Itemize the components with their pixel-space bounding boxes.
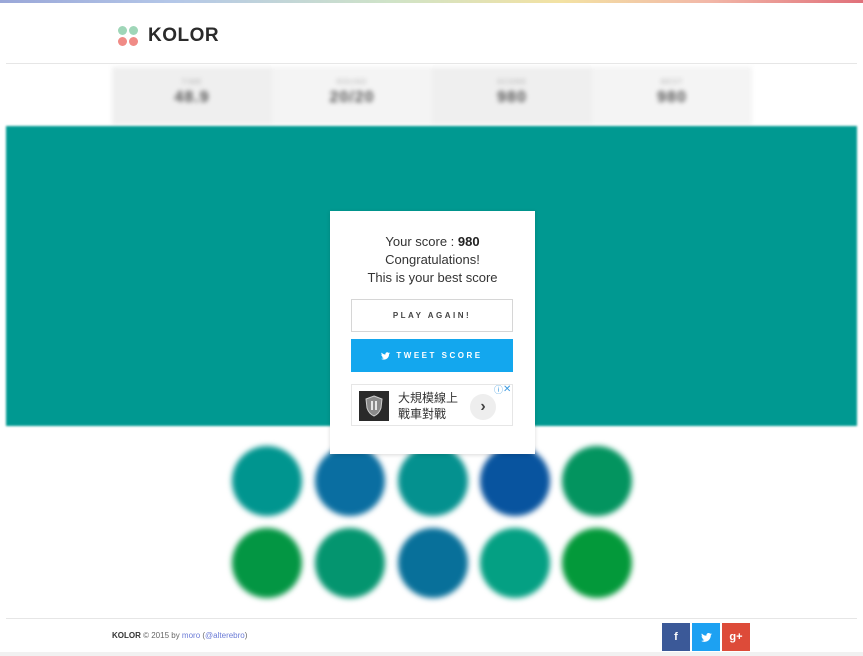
result-modal: Your score : 980 Congratulations! This i…	[330, 211, 535, 454]
shield-icon	[365, 395, 383, 417]
logo-dots-icon	[118, 26, 138, 46]
handle-link[interactable]: @alterebro	[205, 631, 245, 640]
logo-dot	[129, 37, 138, 46]
brand-name: KOLOR	[148, 25, 220, 46]
color-tile[interactable]	[562, 446, 632, 516]
logo[interactable]: KOLOR	[118, 25, 219, 47]
color-tile[interactable]	[480, 528, 550, 598]
score-prefix: Your score :	[385, 234, 458, 249]
stat-label: ROUND	[336, 79, 368, 86]
final-score: 980	[457, 234, 480, 249]
twitter-share-button[interactable]	[692, 623, 720, 651]
best-score-text: This is your best score	[367, 270, 498, 285]
stat-time: TIME 48.9	[112, 67, 272, 125]
info-icon[interactable]: ⓘ	[494, 386, 503, 395]
ad-text: 大規模線上 戰車對戰	[398, 390, 468, 422]
logo-dot	[129, 26, 138, 35]
color-tile[interactable]	[562, 528, 632, 598]
stats-bar: TIME 48.9 ROUND 20/20 SCORE 980 BEST 980	[112, 67, 752, 125]
tweet-score-button[interactable]: TWEET SCORE	[351, 339, 513, 372]
footer-brand: KOLOR	[112, 631, 141, 640]
footer-credits: KOLOR © 2015 by moro (@alterebro)	[112, 631, 247, 640]
header: KOLOR	[6, 10, 857, 64]
chevron-right-icon[interactable]: ›	[470, 394, 496, 420]
stat-score: SCORE 980	[432, 67, 592, 125]
twitter-icon	[381, 351, 391, 360]
footer: KOLOR © 2015 by moro (@alterebro) f g+	[6, 618, 857, 656]
play-again-button[interactable]: PLAY AGAIN!	[351, 299, 513, 332]
stat-value: 20/20	[329, 89, 375, 106]
stat-best: BEST 980	[592, 67, 752, 125]
color-tile[interactable]	[480, 446, 550, 516]
color-tile[interactable]	[398, 446, 468, 516]
congrats-text: Congratulations!	[385, 252, 480, 267]
ad-line-2: 戰車對戰	[398, 407, 447, 421]
stat-label: TIME	[181, 79, 203, 86]
stat-value: 980	[657, 89, 687, 106]
color-tile[interactable]	[232, 446, 302, 516]
bottom-strip	[0, 652, 863, 656]
footer-copyright: © 2015 by	[140, 631, 182, 640]
author-link[interactable]: moro	[182, 631, 200, 640]
close-icon[interactable]: ✕	[503, 385, 511, 395]
handle-close: )	[244, 631, 248, 640]
stat-label: BEST	[660, 79, 684, 86]
facebook-share-button[interactable]: f	[662, 623, 690, 651]
logo-dot	[118, 37, 127, 46]
tweet-label: TWEET SCORE	[396, 351, 483, 360]
google-plus-share-button[interactable]: g+	[722, 623, 750, 651]
color-tile[interactable]	[315, 446, 385, 516]
color-tile[interactable]	[398, 528, 468, 598]
score-line: Your score : 980	[330, 233, 535, 251]
top-gradient-bar	[0, 0, 863, 3]
ad-line-1: 大規模線上	[398, 391, 459, 405]
stat-round: ROUND 20/20	[272, 67, 432, 125]
logo-dot	[118, 26, 127, 35]
color-tile[interactable]	[315, 528, 385, 598]
ad-logo-icon	[359, 391, 389, 421]
color-tiles	[232, 446, 632, 602]
stat-value: 980	[497, 89, 527, 106]
google-plus-icon: g+	[729, 631, 743, 643]
twitter-icon	[700, 632, 712, 642]
ad-banner[interactable]: 大規模線上 戰車對戰 › ⓘ ✕	[351, 384, 513, 426]
color-tile[interactable]	[232, 528, 302, 598]
stat-label: SCORE	[497, 79, 527, 86]
stat-value: 48.9	[174, 89, 210, 106]
facebook-icon: f	[674, 631, 678, 643]
